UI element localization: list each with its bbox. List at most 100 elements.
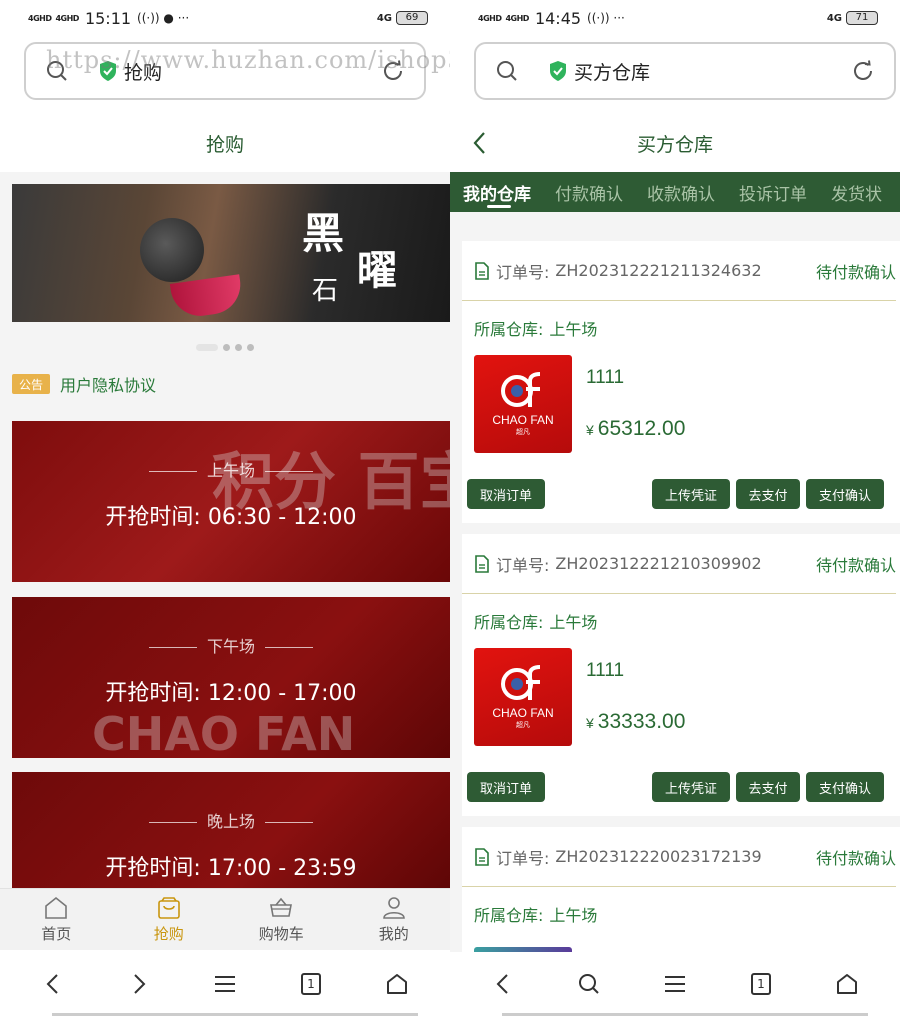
page-title-text: 抢购 — [205, 133, 244, 156]
nav-label: 抢购 — [153, 925, 184, 943]
upload-proof-button[interactable]: 上传凭证 — [652, 772, 730, 802]
notice-link[interactable]: 用户隐私协议 — [60, 372, 156, 396]
session-card-evening[interactable]: 晚上场 开抢时间: 17:00 - 23:59 — [12, 772, 450, 888]
notice-bar[interactable]: 公告 用户隐私协议 — [12, 372, 156, 396]
order-no-label: 订单号: — [496, 262, 550, 282]
home-shape-icon[interactable] — [827, 964, 867, 1004]
bag-icon — [157, 897, 180, 919]
order-card: 订单号: ZH202312221210309902 待付款确认 所属仓库: 上午… — [462, 534, 900, 816]
confirm-payment-button[interactable]: 支付确认 — [806, 772, 884, 802]
order-product[interactable]: CHAO FAN 超凡 1111 ¥65312.00 — [462, 355, 900, 455]
order-product[interactable]: CHAO FAN 超凡 1111 ¥33333.00 — [462, 648, 900, 748]
nav-home[interactable]: 首页 — [0, 889, 113, 950]
cancel-order-button[interactable]: 取消订单 — [467, 772, 545, 802]
refresh-icon[interactable] — [850, 58, 876, 84]
tab-my-warehouse[interactable]: 我的仓库 — [463, 172, 542, 212]
currency-symbol: ¥ — [586, 422, 594, 438]
brand-name: CHAO FAN — [492, 706, 554, 720]
warehouse-value: 上午场 — [549, 906, 598, 925]
tab-complaint-orders[interactable]: 投诉订单 — [739, 172, 818, 212]
address-bar[interactable]: https://www.huzhan.com/ishop39131 抢购 — [24, 42, 450, 100]
menu-icon[interactable] — [205, 964, 245, 1004]
obsidian-pendant-image — [140, 218, 204, 282]
warehouse-label: 所属仓库: — [474, 320, 544, 339]
product-image: CHAO FAN 超凡 — [474, 355, 572, 453]
pay-button[interactable]: 去支付 — [736, 772, 800, 802]
session-card-morning[interactable]: 积分 百宝箱 上午场 开抢时间: 06:30 - 12:00 — [12, 421, 450, 582]
nav-profile[interactable]: 我的 — [338, 889, 451, 950]
back-icon[interactable] — [483, 964, 523, 1004]
status-time: 14:45 — [534, 8, 582, 28]
chaofan-logo-icon — [501, 372, 541, 407]
session-time: 开抢时间: 12:00 - 17:00 — [105, 681, 357, 706]
pay-button[interactable]: 去支付 — [736, 479, 800, 509]
price-value: 65312.00 — [597, 417, 686, 440]
carousel-dot[interactable] — [223, 344, 230, 351]
address-title: 买方仓库 — [574, 61, 651, 84]
search-icon[interactable] — [494, 58, 520, 84]
warehouse-value: 上午场 — [549, 613, 598, 632]
forward-icon[interactable] — [119, 964, 159, 1004]
flash-sale-content: 黑 曜 石 公告 用户隐私协议 积分 百宝箱 上午场 开抢时间: 06:30 -… — [0, 172, 450, 888]
tab-payment-confirm[interactable]: 付款确认 — [555, 172, 634, 212]
secure-shield-icon — [550, 61, 566, 81]
tabs-icon[interactable]: 1 — [741, 964, 781, 1004]
carousel-dot[interactable] — [196, 344, 218, 351]
warehouse-label: 所属仓库: — [474, 906, 544, 925]
search-icon[interactable] — [569, 964, 609, 1004]
cancel-order-button[interactable]: 取消订单 — [467, 479, 545, 509]
network-type: 4G — [376, 12, 392, 24]
order-no-label: 订单号: — [496, 848, 550, 868]
status-bar: 4GHD 4GHD 14:45 ((·)) ··· 4G 71 — [450, 0, 900, 36]
page-title: 抢购 — [0, 114, 450, 172]
right-phone-screen: 4GHD 4GHD 14:45 ((·)) ··· 4G 71 买方仓库 买方仓… — [450, 0, 900, 1016]
nav-flash-sale[interactable]: 抢购 — [113, 889, 226, 950]
carousel-dot[interactable] — [235, 344, 242, 351]
order-actions: 取消订单 上传凭证 去支付 支付确认 — [462, 479, 900, 511]
upload-proof-button[interactable]: 上传凭证 — [652, 479, 730, 509]
product-name: 1111 — [586, 660, 625, 681]
nav-cart[interactable]: 购物车 — [225, 889, 338, 950]
order-header: 订单号: ZH202312221211324632 待付款确认 — [462, 241, 896, 301]
page-title-text: 买方仓库 — [636, 133, 713, 156]
back-icon[interactable] — [33, 964, 73, 1004]
product-name: 1111 — [586, 367, 625, 388]
order-status: 待付款确认 — [815, 848, 896, 868]
address-bar[interactable]: 买方仓库 — [474, 42, 896, 100]
tab-shipping-status[interactable]: 发货状 — [831, 172, 893, 212]
carousel-dot[interactable] — [247, 344, 254, 351]
session-time: 开抢时间: 17:00 - 23:59 — [105, 856, 357, 881]
order-warehouse: 所属仓库: 上午场 — [462, 301, 900, 355]
watermark: https://www.huzhan.com/ishop39131 — [46, 46, 450, 74]
confirm-payment-button[interactable]: 支付确认 — [806, 479, 884, 509]
tab-receipt-confirm[interactable]: 收款确认 — [647, 172, 726, 212]
product-image: CHAO FAN 超凡 — [474, 648, 572, 746]
status-bar: 4GHD 4GHD 15:11 ((·)) ● ··· 4G 69 — [0, 0, 450, 36]
session-card-afternoon[interactable]: CHAO FAN 下午场 开抢时间: 12:00 - 17:00 — [12, 597, 450, 758]
session-decoration: CHAO FAN — [92, 707, 356, 758]
banner-carousel[interactable]: 黑 曜 石 — [12, 184, 450, 322]
banner-text: 曜 — [357, 247, 397, 294]
document-icon — [475, 261, 489, 280]
banner-text: 石 — [312, 276, 339, 306]
back-arrow-icon[interactable] — [470, 129, 490, 157]
banner-text: 黑 — [302, 209, 345, 258]
battery-icon: 69 — [396, 11, 428, 25]
menu-icon[interactable] — [655, 964, 695, 1004]
battery-icon: 71 — [846, 11, 878, 25]
status-time: 15:11 — [84, 8, 132, 28]
order-list: 订单号: ZH202312221211324632 待付款确认 所属仓库: 上午… — [450, 212, 900, 952]
tabs-icon[interactable]: 1 — [291, 964, 331, 1004]
signal-icon: 4GHD — [28, 13, 52, 23]
price-value: 33333.00 — [597, 710, 686, 733]
brand-sub: 超凡 — [516, 428, 530, 436]
nav-label: 购物车 — [258, 925, 304, 943]
product-price: ¥33333.00 — [586, 710, 685, 734]
order-status: 待付款确认 — [815, 555, 896, 575]
order-actions: 取消订单 上传凭证 去支付 支付确认 — [462, 772, 900, 804]
document-icon — [475, 847, 489, 866]
signal-icon: 4GHD — [478, 13, 502, 23]
brand-sub: 超凡 — [516, 721, 530, 729]
home-shape-icon[interactable] — [377, 964, 417, 1004]
tassel-image — [169, 274, 245, 320]
